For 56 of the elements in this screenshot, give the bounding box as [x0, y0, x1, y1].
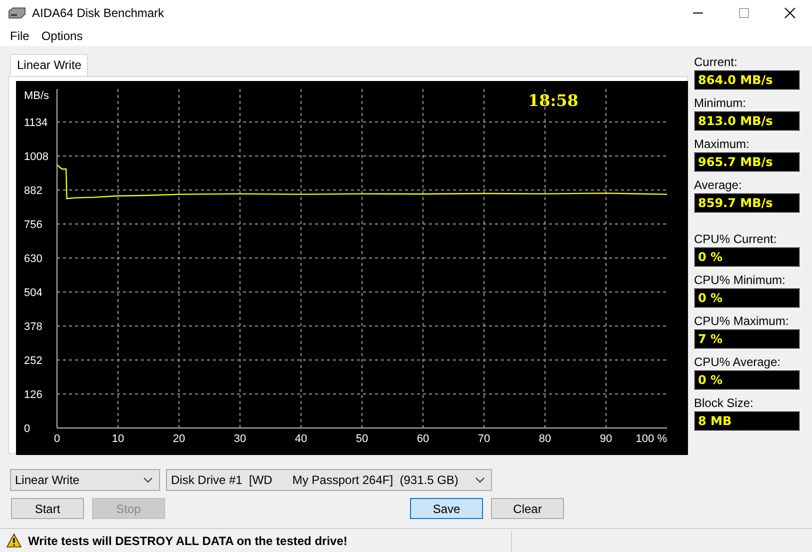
tab[interactable]: Linear Write — [10, 54, 88, 76]
drive-dropdown[interactable]: Disk Drive #1 [WD My Passport 264F] (931.5 GB) — [166, 469, 492, 491]
y-axis-label: MB/s — [24, 90, 50, 102]
action-button[interactable]: Clear — [491, 498, 564, 519]
menu-item[interactable]: Options — [41, 29, 83, 43]
close-icon[interactable] — [784, 7, 796, 19]
y-tick-label: 378 — [24, 321, 42, 333]
disk-drive-icon — [8, 7, 26, 19]
stat-value: 7 % — [694, 329, 800, 349]
block-size-label: Block Size: — [694, 395, 754, 411]
action-button[interactable]: Save — [410, 498, 483, 519]
block-size-value: 8 MB — [694, 411, 800, 431]
y-tick-label: 1008 — [24, 151, 48, 163]
y-tick-label: 1134 — [24, 117, 48, 129]
y-tick-label: 756 — [24, 219, 42, 231]
y-tick-label: 504 — [24, 287, 42, 299]
menu-item[interactable]: File — [10, 29, 30, 43]
x-tick-label: 60 — [416, 433, 430, 445]
stat-value: 0 % — [694, 288, 800, 308]
x-tick-label: 100 % — [636, 433, 667, 445]
stat-label: CPU% Maximum: — [694, 313, 790, 329]
x-tick-label: 40 — [294, 433, 308, 445]
x-tick-label: 30 — [234, 433, 246, 445]
stat-value: 0 % — [694, 370, 800, 390]
x-tick-label: 80 — [538, 433, 552, 445]
stat-label: Average: — [694, 177, 743, 193]
x-tick-label: 70 — [478, 433, 490, 445]
x-tick-label: 10 — [112, 433, 124, 445]
x-tick-label: 0 — [54, 433, 60, 445]
stat-label: CPU% Minimum: — [694, 272, 786, 288]
y-tick-label: 252 — [24, 355, 42, 367]
y-tick-label: 0 — [24, 423, 30, 435]
y-tick-label: 630 — [24, 253, 42, 265]
stat-label: CPU% Current: — [694, 231, 778, 247]
chevron-down-icon — [143, 477, 153, 483]
x-tick-label: 20 — [172, 433, 186, 445]
stat-value: 864.0 MB/s — [694, 70, 800, 90]
stat-value: 0 % — [694, 247, 800, 267]
y-tick-label: 126 — [24, 389, 42, 401]
y-tick-label: 882 — [24, 185, 42, 197]
warning-icon — [6, 533, 22, 548]
elapsed-time: 18:58 — [528, 91, 578, 110]
chevron-down-icon — [475, 477, 485, 483]
stat-value: 813.0 MB/s — [694, 111, 800, 131]
warning-message: Write tests will DESTROY ALL DATA on the tested drive! — [28, 534, 348, 548]
test-type-dropdown[interactable]: Linear Write — [10, 469, 160, 491]
stat-label: Minimum: — [694, 95, 748, 111]
x-tick-label: 90 — [600, 433, 612, 445]
stat-value: 859.7 MB/s — [694, 193, 800, 213]
stat-label: CPU% Average: — [694, 354, 782, 370]
action-button[interactable]: Start — [11, 498, 84, 519]
stat-label: Current: — [694, 54, 738, 70]
x-tick-label: 50 — [356, 433, 368, 445]
stat-label: Maximum: — [694, 136, 750, 152]
stat-value: 965.7 MB/s — [694, 152, 800, 172]
window-title: AIDA64 Disk Benchmark — [32, 6, 164, 20]
